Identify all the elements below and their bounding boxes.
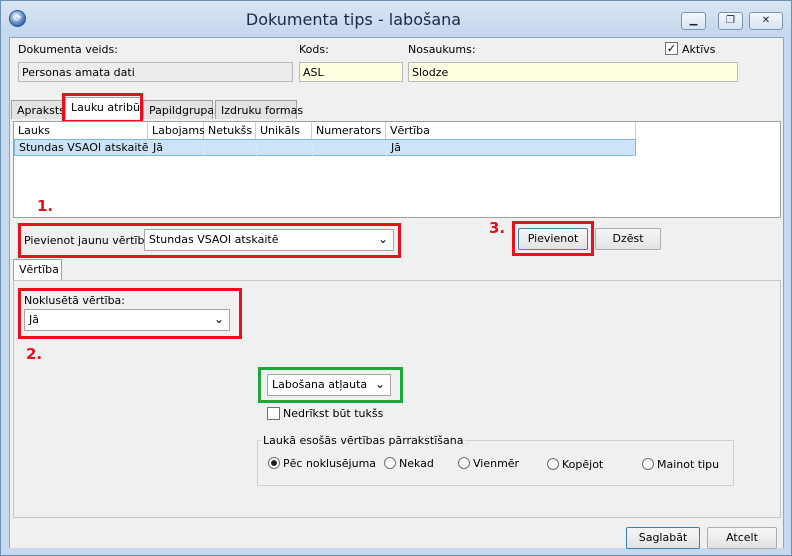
dialog-client-area: Dokumenta veids: Personas amata dati Kod… bbox=[9, 37, 784, 549]
doc-type-label: Dokumenta veids: bbox=[18, 43, 118, 56]
code-label: Kods: bbox=[299, 43, 329, 56]
column-header-numerators[interactable]: Numerators bbox=[312, 122, 386, 139]
edit-mode-select[interactable]: Labošana atļauta ⌄ bbox=[267, 374, 391, 396]
cell-labojams: Jā bbox=[149, 140, 205, 156]
table-row[interactable]: Stundas VSAOI atskaitē Jā Jā bbox=[14, 139, 636, 156]
title-bar[interactable]: ⟳ Dokumenta tips - labošana ▁ ❐ ✕ bbox=[1, 1, 791, 37]
cell-vertiba: Jā bbox=[387, 140, 635, 156]
close-button[interactable]: ✕ bbox=[749, 12, 783, 30]
add-value-label: Pievienot jaunu vērtību: bbox=[24, 234, 156, 247]
edit-mode-select-text: Labošana atļauta bbox=[272, 378, 368, 391]
minimize-button[interactable]: ▁ bbox=[681, 12, 706, 30]
chevron-down-icon: ⌄ bbox=[377, 232, 388, 246]
default-value-select-text: Jā bbox=[29, 313, 39, 326]
tab-papildgrupas[interactable]: Papildgrupas bbox=[143, 100, 220, 119]
default-value-label: Noklusētā vērtība: bbox=[24, 294, 126, 307]
tab-vertiba[interactable]: Vērtība bbox=[13, 259, 62, 281]
annotation-number-1: 1. bbox=[37, 197, 54, 215]
active-label: Aktīvs bbox=[682, 43, 716, 56]
radio-label-kopejot: Kopējot bbox=[562, 458, 604, 471]
maximize-button[interactable]: ❐ bbox=[718, 12, 743, 30]
radio-vienmer[interactable] bbox=[458, 457, 470, 469]
name-input[interactable]: Slodze bbox=[408, 62, 738, 82]
delete-button[interactable]: Dzēst bbox=[595, 228, 661, 250]
column-header-vertiba[interactable]: Vērtība bbox=[386, 122, 636, 139]
not-empty-label: Nedrīkst būt tukšs bbox=[283, 407, 384, 420]
radio-label-mainot-tipu: Mainot tipu bbox=[657, 458, 720, 471]
radio-label-nekad: Nekad bbox=[399, 457, 434, 470]
window-title: Dokumenta tips - labošana bbox=[245, 10, 462, 29]
chevron-down-icon: ⌄ bbox=[374, 377, 385, 391]
name-label: Nosaukums: bbox=[408, 43, 476, 56]
add-value-select[interactable]: Stundas VSAOI atskaitē ⌄ bbox=[144, 229, 394, 251]
cancel-button[interactable]: Atcelt bbox=[707, 527, 777, 549]
cell-netukss bbox=[205, 140, 257, 156]
not-empty-checkbox[interactable] bbox=[267, 407, 280, 420]
add-button[interactable]: Pievienot bbox=[518, 228, 588, 250]
radio-nekad[interactable] bbox=[384, 457, 396, 469]
default-value-select[interactable]: Jā ⌄ bbox=[24, 309, 230, 331]
radio-label-pec-noklusejuma: Pēc noklusējuma bbox=[283, 457, 377, 470]
radio-kopejot[interactable] bbox=[547, 458, 559, 470]
annotation-tab-highlight bbox=[62, 93, 143, 123]
tab-apraksts[interactable]: Apraksts bbox=[11, 100, 65, 119]
cell-unikals bbox=[257, 140, 313, 156]
tab-izdruku-formas[interactable]: Izdruku formas bbox=[215, 100, 303, 119]
overwrite-group-title: Laukā esošās vērtības pārrakstīšana bbox=[261, 434, 466, 447]
radio-mainot-tipu[interactable] bbox=[642, 458, 654, 470]
add-value-select-text: Stundas VSAOI atskaitē bbox=[149, 233, 279, 246]
doc-type-field: Personas amata dati bbox=[18, 62, 293, 82]
attributes-grid[interactable]: Lauks Labojams Netukšs Unikāls Numerator… bbox=[13, 121, 781, 218]
annotation-number-3: 3. bbox=[489, 219, 506, 237]
active-checkbox[interactable]: ✓ bbox=[665, 42, 678, 55]
column-header-netukss[interactable]: Netukšs bbox=[204, 122, 256, 139]
column-header-labojams[interactable]: Labojams bbox=[148, 122, 205, 139]
radio-pec-noklusejuma[interactable] bbox=[268, 457, 280, 469]
chevron-down-icon: ⌄ bbox=[213, 312, 224, 326]
annotation-number-2: 2. bbox=[26, 345, 43, 363]
cell-numerators bbox=[313, 140, 387, 156]
cell-lauks: Stundas VSAOI atskaitē bbox=[15, 140, 149, 156]
column-header-lauks[interactable]: Lauks bbox=[14, 122, 148, 139]
radio-label-vienmer: Vienmēr bbox=[473, 457, 520, 470]
save-button[interactable]: Saglabāt bbox=[626, 527, 700, 549]
dialog-window: ⟳ Dokumenta tips - labošana ▁ ❐ ✕ Dokume… bbox=[0, 0, 792, 556]
column-header-unikals[interactable]: Unikāls bbox=[256, 122, 312, 139]
code-input[interactable]: ASL bbox=[299, 62, 403, 82]
